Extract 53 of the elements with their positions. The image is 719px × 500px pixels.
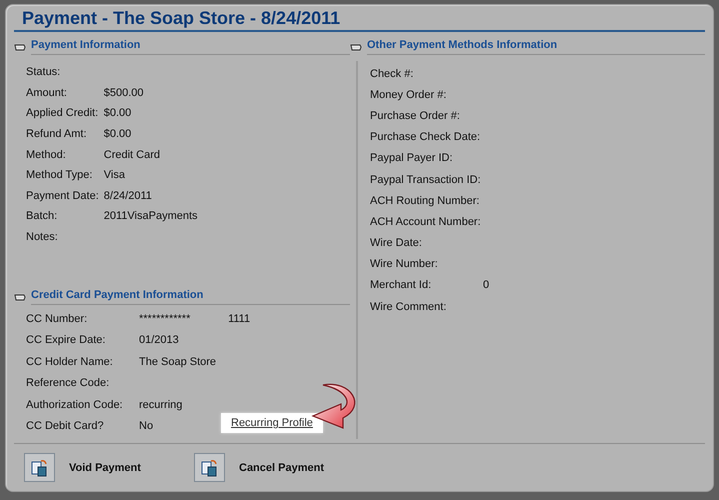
page-title: Payment - The Soap Store - 8/24/2011 [14,5,705,32]
cancel-payment-button[interactable]: Cancel Payment [194,453,364,482]
field-label: ACH Routing Number: [370,194,480,207]
field-value: $500.00 [104,86,145,99]
field-value: 1111 [227,312,250,325]
recurring-profile-link[interactable]: Recurring Profile [221,413,323,434]
field-label: Refund Amt: [26,128,88,140]
field-label: Amount: [26,86,68,99]
field-label: Wire Date: [370,237,423,250]
section-heading: Other Payment Methods Information [367,39,705,55]
field-label: Payment Date: [26,190,99,202]
field-label: Batch: [26,210,58,222]
field-label: Method Type: [26,169,94,182]
note-icon [14,42,26,52]
field-label: Status: [26,66,62,78]
document-icon [194,453,225,482]
field-value: The Soap Store [139,356,216,368]
field-label: Notes: [26,231,59,244]
field-label: Method: [26,148,67,161]
field-value: 0 [483,279,490,292]
field-value: ************ [139,312,192,325]
field-value: 01/2013 [139,334,180,346]
field-label: CC Debit Card? [26,420,105,432]
field-label: CC Holder Name: [26,356,114,368]
field-label: CC Expire Date: [26,334,106,346]
field-label: Paypal Payer ID: [370,152,454,164]
field-label: Purchase Check Date: [370,131,482,144]
field-label: Merchant Id: [370,279,432,292]
note-icon [14,292,26,302]
field-label: Check #: [370,68,414,80]
document-icon [24,453,55,482]
field-label: Wire Number: [370,258,439,270]
section-heading: Payment Information [31,39,350,55]
field-label: ACH Account Number: [370,216,482,228]
field-label: Authorization Code: [26,398,124,411]
field-value: recurring [139,398,184,411]
field-value: 8/24/2011 [104,190,153,202]
field-label: Paypal Transaction ID: [370,174,482,186]
field-label: Reference Code: [26,377,110,390]
section-heading: Credit Card Payment Information [31,289,350,305]
field-value: Credit Card [104,148,162,161]
field-label: Applied Credit: [26,107,99,120]
field-value: $0.00 [104,128,132,140]
field-label: Money Order #: [370,88,448,101]
field-label: CC Number: [26,312,88,325]
field-label: Wire Comment: [370,300,448,313]
field-value: Visa [104,169,126,182]
void-payment-button[interactable]: Void Payment [24,453,194,482]
field-value: $0.00 [104,107,132,120]
field-label: Purchase Order #: [370,110,461,122]
field-value: No [139,420,154,432]
note-icon [350,42,362,52]
field-value: 2011VisaPayments [104,210,198,222]
